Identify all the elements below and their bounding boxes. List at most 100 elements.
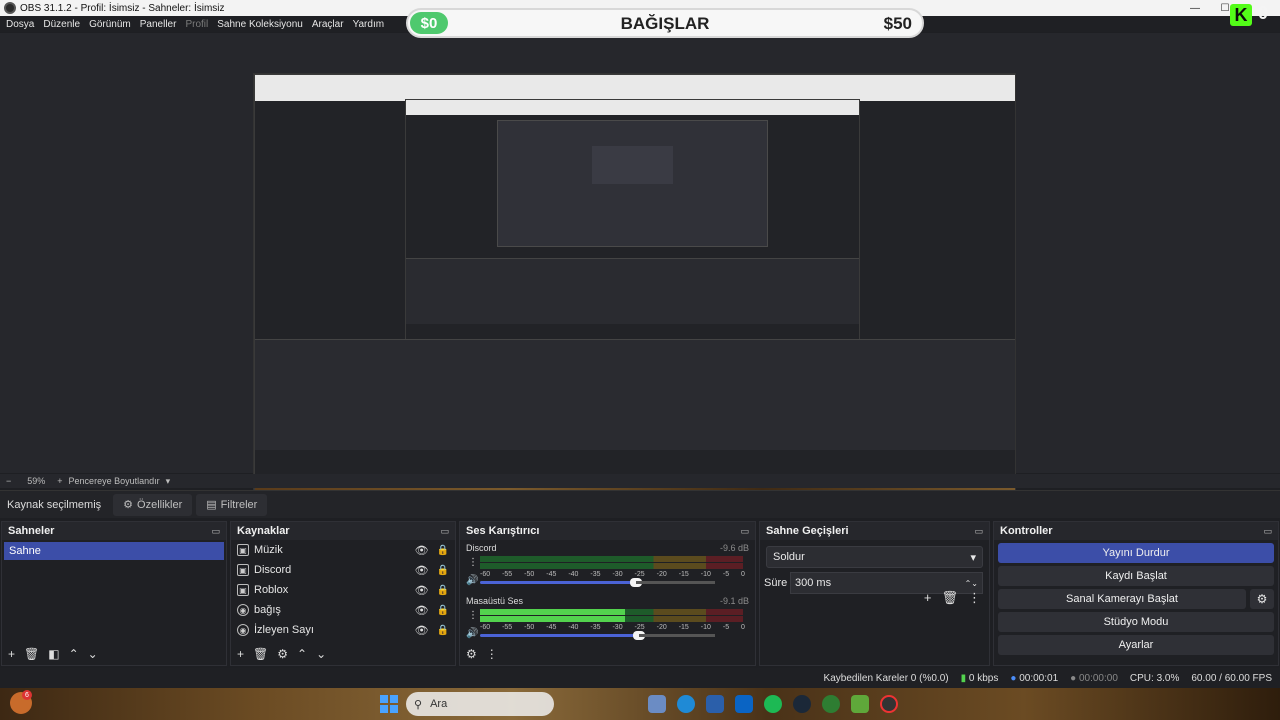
windows-start-icon[interactable] xyxy=(380,695,398,713)
meter-tick: -30 xyxy=(612,571,623,578)
chevron-down-icon[interactable]: ⌄ xyxy=(316,647,326,661)
chevron-down-icon[interactable]: ▾ xyxy=(166,476,171,487)
edge-icon[interactable] xyxy=(677,695,695,713)
undock-icon[interactable]: ▭ xyxy=(211,526,220,537)
kebab-menu-icon[interactable]: ⋮ xyxy=(486,647,498,661)
transition-select[interactable]: Soldur ▾ xyxy=(766,546,983,568)
minimize-button[interactable]: — xyxy=(1180,0,1210,16)
meter-tick: -15 xyxy=(678,571,689,578)
spin-arrows-icon[interactable]: ⌃⌄ xyxy=(965,579,982,588)
file-explorer-icon[interactable] xyxy=(648,695,666,713)
cpu-usage: CPU: 3.0% xyxy=(1129,672,1180,684)
kebab-menu-icon[interactable]: ⋮ xyxy=(968,590,981,606)
lock-icon[interactable]: 🔒 xyxy=(437,565,449,576)
kebab-menu-icon[interactable]: ⋮ xyxy=(468,557,478,568)
channel-name: Masaüstü Ses xyxy=(466,596,524,606)
eye-icon[interactable]: 👁 xyxy=(415,564,429,577)
meter-tick: -60 xyxy=(480,571,491,578)
record-icon: ● xyxy=(1070,672,1077,684)
store-icon[interactable] xyxy=(706,695,724,713)
source-item[interactable]: ▣ Müzik 👁 🔒 xyxy=(231,540,455,560)
zoom-in-button[interactable]: + xyxy=(57,476,62,486)
menu-view[interactable]: Görünüm xyxy=(89,19,131,30)
settings-button[interactable]: Ayarlar xyxy=(998,635,1274,655)
studio-mode-button[interactable]: Stüdyo Modu xyxy=(998,612,1274,632)
browser-source-icon: ◉ xyxy=(237,604,249,616)
eye-icon[interactable]: 👁 xyxy=(415,584,429,597)
scene-item[interactable]: Sahne xyxy=(4,542,224,560)
menu-scene-collection[interactable]: Sahne Koleksiyonu xyxy=(217,19,303,30)
duration-value: 300 ms xyxy=(795,577,832,589)
start-virtual-camera-button[interactable]: Sanal Kamerayı Başlat xyxy=(998,589,1246,609)
trash-icon[interactable]: 🗑 xyxy=(941,590,958,606)
speaker-icon[interactable]: 🔊 xyxy=(466,575,478,586)
lock-icon[interactable]: 🔒 xyxy=(437,605,449,616)
menu-edit[interactable]: Düzenle xyxy=(43,19,80,30)
meter-tick: -50 xyxy=(524,624,535,631)
source-item[interactable]: ▣ Roblox 👁 🔒 xyxy=(231,580,455,600)
zoom-mode[interactable]: Pencereye Boyutlandır xyxy=(69,476,160,486)
meter-tick: -5 xyxy=(722,571,730,578)
meter-tick: -45 xyxy=(546,571,557,578)
properties-label: Özellikler xyxy=(137,498,183,511)
scenes-footer: + 🗑 ◧ ⌃ ⌄ xyxy=(2,643,226,665)
source-name: bağış xyxy=(254,604,281,616)
stream-preview[interactable] xyxy=(253,73,1016,501)
source-name: Discord xyxy=(254,564,292,576)
source-item[interactable]: ◉ İzleyen Sayı 👁 🔒 xyxy=(231,620,455,640)
volume-slider[interactable] xyxy=(480,578,715,587)
gear-icon[interactable]: ⚙ xyxy=(1250,589,1274,609)
trash-icon[interactable]: 🗑 xyxy=(24,647,39,661)
menu-tools[interactable]: Araçlar xyxy=(312,19,344,30)
stop-streaming-button[interactable]: Yayını Durdur xyxy=(998,543,1274,563)
filters-button[interactable]: ▤ Filtreler xyxy=(196,493,268,516)
properties-button[interactable]: ⚙ Özellikler xyxy=(113,493,193,516)
speaker-icon[interactable]: 🔊 xyxy=(466,628,478,639)
eye-icon[interactable]: 👁 xyxy=(415,604,429,617)
trash-icon[interactable]: 🗑 xyxy=(253,647,268,661)
steam-icon[interactable] xyxy=(793,695,811,713)
fps: 60.00 / 60.00 FPS xyxy=(1191,672,1272,684)
obs-icon[interactable] xyxy=(880,695,898,713)
eye-icon[interactable]: 👁 xyxy=(415,624,429,637)
menu-file[interactable]: Dosya xyxy=(6,19,34,30)
source-toolbar: Kaynak seçilmemiş ⚙ Özellikler ▤ Filtreler xyxy=(0,490,1280,518)
chevron-down-icon[interactable]: ⌄ xyxy=(88,647,98,661)
transitions-title: Sahne Geçişleri xyxy=(766,525,849,537)
lock-icon[interactable]: 🔒 xyxy=(437,625,449,636)
gear-icon[interactable]: ⚙ xyxy=(277,647,288,661)
outlook-icon[interactable] xyxy=(735,695,753,713)
kebab-menu-icon[interactable]: ⋮ xyxy=(468,610,478,621)
undock-icon[interactable]: ▭ xyxy=(974,526,983,537)
add-icon[interactable]: + xyxy=(237,647,244,661)
zoom-out-button[interactable]: − xyxy=(6,476,11,486)
source-item[interactable]: ▣ Discord 👁 🔒 xyxy=(231,560,455,580)
menu-help[interactable]: Yardım xyxy=(353,19,385,30)
volume-slider[interactable] xyxy=(480,631,715,640)
undock-icon[interactable]: ▭ xyxy=(740,526,749,537)
eye-icon[interactable]: 👁 xyxy=(415,544,429,557)
preview-area[interactable] xyxy=(0,33,1280,501)
menu-profile[interactable]: Profil xyxy=(185,19,208,30)
chevron-up-icon[interactable]: ⌃ xyxy=(69,647,79,661)
transitions-header: Sahne Geçişleri ▭ xyxy=(760,522,989,540)
meter-track xyxy=(480,556,743,562)
lock-icon[interactable]: 🔒 xyxy=(437,585,449,596)
minecraft-icon[interactable] xyxy=(851,695,869,713)
taskbar-search[interactable]: ⚲ Ara xyxy=(406,692,554,716)
add-icon[interactable]: + xyxy=(924,590,932,606)
lock-icon[interactable]: 🔒 xyxy=(437,545,449,556)
spotify-icon[interactable] xyxy=(764,695,782,713)
chevron-up-icon[interactable]: ⌃ xyxy=(297,647,307,661)
app-icon[interactable] xyxy=(822,695,840,713)
add-icon[interactable]: + xyxy=(8,647,15,661)
sources-footer: + 🗑 ⚙ ⌃ ⌄ xyxy=(231,643,455,665)
start-recording-button[interactable]: Kaydı Başlat xyxy=(998,566,1274,586)
source-item[interactable]: ◉ bağış 👁 🔒 xyxy=(231,600,455,620)
advanced-audio-icon[interactable]: ⚙ xyxy=(466,647,477,661)
nested-preview-1 xyxy=(254,74,1015,500)
undock-icon[interactable]: ▭ xyxy=(440,526,449,537)
undock-icon[interactable]: ▭ xyxy=(1263,526,1272,537)
filter-icon[interactable]: ◧ xyxy=(48,647,59,661)
menu-docks[interactable]: Paneller xyxy=(140,19,177,30)
